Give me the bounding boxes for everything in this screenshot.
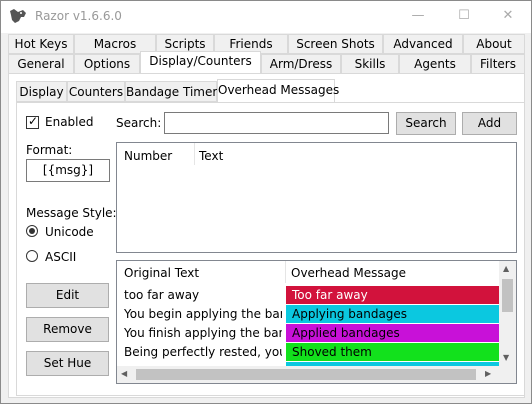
search-label: Search: [116, 116, 162, 130]
horizontal-scrollbar[interactable]: ◀ ▶ [117, 366, 499, 383]
tab-hot-keys[interactable]: Hot Keys [8, 34, 74, 54]
horizontal-scroll-thumb[interactable] [136, 369, 476, 380]
column-header-text[interactable]: Text [199, 149, 223, 163]
wolf-icon [10, 9, 26, 23]
tab-skills[interactable]: Skills [341, 54, 399, 74]
ascii-radio[interactable] [26, 250, 38, 262]
tab-about[interactable]: About [463, 34, 525, 54]
overhead-message-cell: Shoved them [286, 343, 499, 361]
format-input[interactable]: [{msg}] [26, 159, 110, 182]
checkmark-icon: ✓ [28, 114, 39, 128]
tab-screen-shots[interactable]: Screen Shots [288, 34, 383, 54]
unicode-label: Unicode [45, 225, 94, 239]
add-button[interactable]: Add [462, 112, 517, 135]
tab-advanced[interactable]: Advanced [383, 34, 463, 54]
table-row[interactable]: too far away Too far away [117, 286, 501, 305]
maximize-icon: ☐ [458, 8, 470, 23]
razor-window: Razor v1.6.6.0 — ☐ ✕ Hot Keys Macros Scr… [0, 0, 532, 404]
original-text-cell: You finish applying the band... [124, 326, 282, 340]
scrollbar-corner [499, 366, 516, 383]
search-input[interactable] [164, 112, 389, 134]
search-button[interactable]: Search [396, 112, 456, 135]
original-text-cell: too far away [124, 288, 200, 302]
tab-filters[interactable]: Filters [471, 54, 525, 74]
enabled-label: Enabled [45, 115, 94, 129]
vertical-scroll-thumb[interactable] [502, 279, 513, 312]
vertical-scrollbar[interactable]: ▲ ▼ [499, 261, 516, 366]
enabled-checkbox[interactable]: ✓ [26, 114, 39, 129]
column-header-overhead-message[interactable]: Overhead Message [291, 266, 406, 280]
set-hue-button[interactable]: Set Hue [26, 351, 109, 376]
table-row[interactable]: You finish applying the band... Applied … [117, 324, 501, 343]
scroll-left-icon[interactable]: ◀ [121, 369, 127, 378]
scroll-right-icon[interactable]: ▶ [485, 369, 491, 378]
overhead-message-cell: Applied bandages [286, 324, 499, 342]
subtab-overhead-messages[interactable]: Overhead Messages [217, 79, 339, 103]
tab-options[interactable]: Options [74, 54, 140, 74]
subtab-counters[interactable]: Counters [67, 81, 125, 102]
overhead-message-cell: Too far away [286, 286, 499, 304]
edit-button[interactable]: Edit [26, 283, 109, 308]
subtab-display[interactable]: Display [16, 81, 67, 102]
tab-display-counters[interactable]: Display/Counters [140, 51, 261, 74]
format-label: Format: [26, 143, 73, 157]
message-style-label: Message Style: [26, 206, 117, 220]
scroll-down-icon[interactable]: ▼ [503, 353, 509, 362]
overhead-message-list[interactable]: Original Text Overhead Message too far a… [116, 260, 517, 384]
column-header-number[interactable]: Number [124, 149, 172, 163]
tab-arm-dress[interactable]: Arm/Dress [261, 54, 341, 74]
maximize-button[interactable]: ☐ [441, 1, 487, 31]
tab-general[interactable]: General [8, 54, 74, 74]
table-row[interactable]: You begin applying the ban... Applying b… [117, 305, 501, 324]
message-number-list[interactable]: Number Text [116, 142, 517, 253]
overhead-message-cell: Applying bandages [286, 305, 499, 323]
unicode-radio[interactable] [26, 225, 38, 237]
minimize-icon: — [411, 8, 425, 23]
close-icon: ✕ [502, 8, 514, 23]
subtab-bandage-timer[interactable]: Bandage Timer [125, 81, 217, 102]
original-text-cell: Being perfectly rested, you s... [124, 345, 282, 359]
close-button[interactable]: ✕ [485, 1, 531, 31]
original-text-cell: You begin applying the ban... [124, 307, 282, 321]
window-title: Razor v1.6.6.0 [35, 9, 122, 23]
column-header-original-text[interactable]: Original Text [124, 266, 199, 280]
column-divider [285, 261, 286, 283]
ascii-label: ASCII [45, 250, 77, 264]
tab-agents[interactable]: Agents [399, 54, 471, 74]
scroll-up-icon[interactable]: ▲ [503, 264, 509, 273]
table-row[interactable]: Being perfectly rested, you s... Shoved … [117, 343, 501, 362]
radio-selected-dot [29, 228, 35, 234]
title-bar: Razor v1.6.6.0 — ☐ ✕ [1, 1, 531, 33]
minimize-button[interactable]: — [395, 1, 441, 31]
column-divider [194, 143, 195, 165]
remove-button[interactable]: Remove [26, 317, 109, 342]
